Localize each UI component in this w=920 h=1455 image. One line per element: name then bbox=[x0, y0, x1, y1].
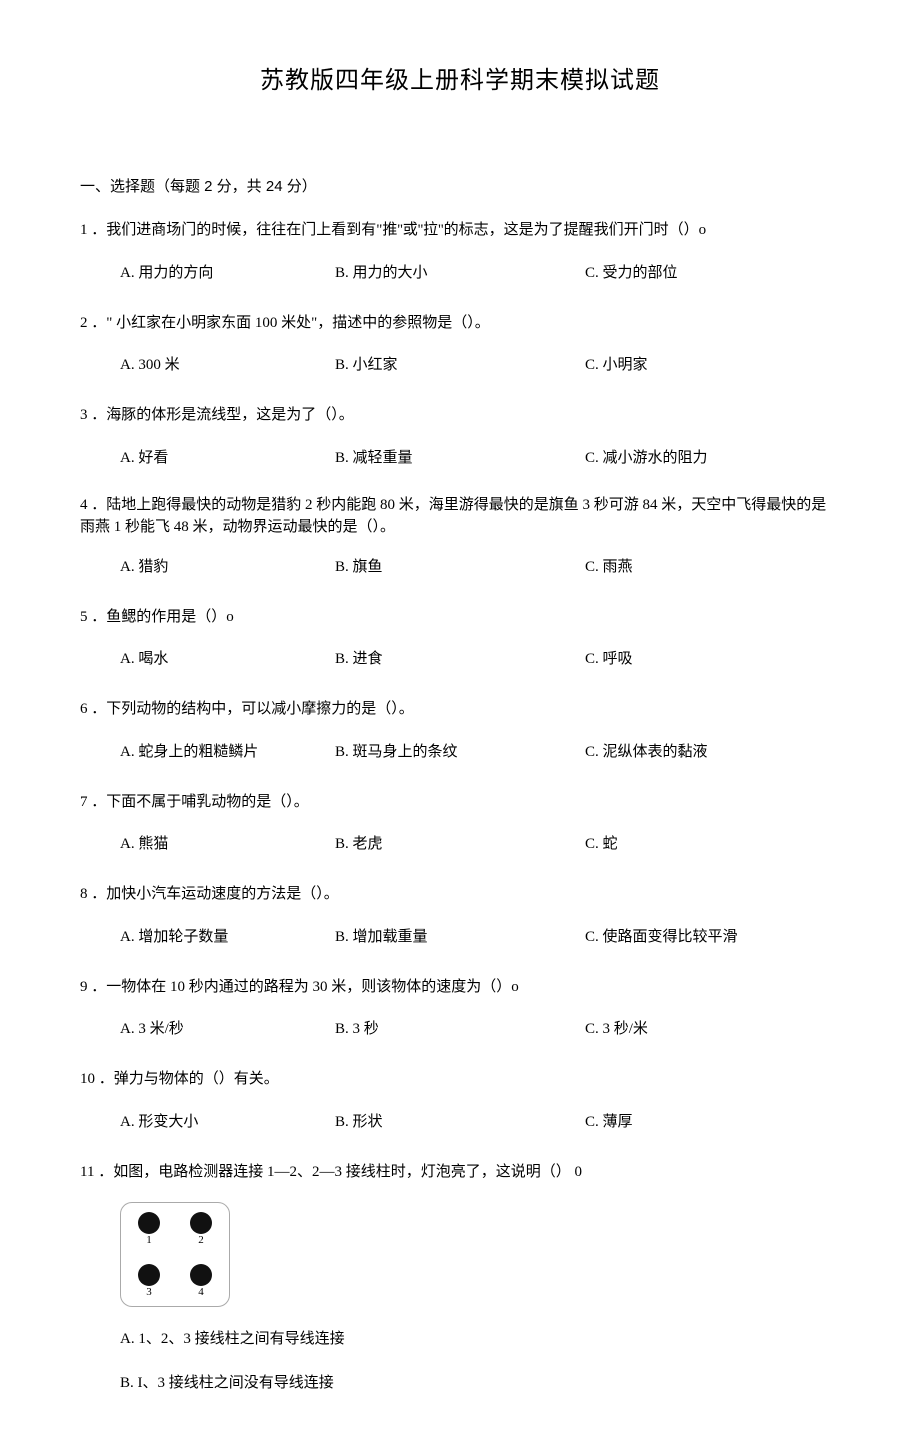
q8-option-a[interactable]: A. 增加轮子数量 bbox=[120, 925, 335, 949]
q10-option-c[interactable]: C. 薄厚 bbox=[585, 1110, 840, 1134]
q10-stem: 10 ．弹力与物体的（）有关。 bbox=[80, 1065, 840, 1094]
q11-stem: 11 ．如图，电路检测器连接 1—2、2—3 接线柱时，灯泡亮了，这说明（） 0 bbox=[80, 1158, 840, 1187]
q4-options: A. 猎豹 B. 旗鱼 C. 雨燕 bbox=[80, 555, 840, 579]
q3-option-a[interactable]: A. 好看 bbox=[120, 446, 335, 470]
q3-option-c[interactable]: C. 减小游水的阻力 bbox=[585, 446, 840, 470]
q8-option-c[interactable]: C. 使路面变得比较平滑 bbox=[585, 925, 840, 949]
q4-option-a[interactable]: A. 猎豹 bbox=[120, 555, 335, 579]
q1-option-c[interactable]: C. 受力的部位 bbox=[585, 261, 840, 285]
q7-option-a[interactable]: A. 熊猫 bbox=[120, 832, 335, 856]
q4-option-c[interactable]: C. 雨燕 bbox=[585, 555, 840, 579]
q8-stem: 8 ．加快小汽车运动速度的方法是（）。 bbox=[80, 880, 840, 909]
q7-options: A. 熊猫 B. 老虎 C. 蛇 bbox=[80, 832, 840, 856]
q7-stem: 7 ．下面不属于哺乳动物的是（）。 bbox=[80, 788, 840, 817]
q11-option-b[interactable]: B. I、3 接线柱之间没有导线连接 bbox=[120, 1371, 840, 1395]
dot-icon bbox=[190, 1212, 212, 1234]
q9-option-c[interactable]: C. 3 秒/米 bbox=[585, 1017, 840, 1041]
terminal-1-label: 1 bbox=[146, 1235, 152, 1246]
q4-option-b[interactable]: B. 旗鱼 bbox=[335, 555, 585, 579]
q5-option-c[interactable]: C. 呼吸 bbox=[585, 647, 840, 671]
dot-icon bbox=[138, 1212, 160, 1234]
figure-row-bottom: 3 4 bbox=[137, 1264, 213, 1298]
q4-stem: 4 ．陆地上跑得最快的动物是猎豹 2 秒内能跑 80 米，海里游得最快的是旗鱼 … bbox=[80, 494, 840, 539]
q10-options: A. 形变大小 B. 形状 C. 薄厚 bbox=[80, 1110, 840, 1134]
q5-option-b[interactable]: B. 进食 bbox=[335, 647, 585, 671]
q11-options: A. 1、2、3 接线柱之间有导线连接 B. I、3 接线柱之间没有导线连接 bbox=[80, 1327, 840, 1395]
q7-option-c[interactable]: C. 蛇 bbox=[585, 832, 840, 856]
q9-options: A. 3 米/秒 B. 3 秒 C. 3 秒/米 bbox=[80, 1017, 840, 1041]
terminal-3: 3 bbox=[137, 1264, 161, 1298]
q10-option-a[interactable]: A. 形变大小 bbox=[120, 1110, 335, 1134]
q9-stem: 9 ．一物体在 10 秒内通过的路程为 30 米，则该物体的速度为（）o bbox=[80, 973, 840, 1002]
q1-stem: 1 ．我们进商场门的时候，往往在门上看到有"推''或''拉''的标志，这是为了提… bbox=[80, 216, 840, 245]
q2-stem: 2 ．" 小红家在小明家东面 100 米处"，描述中的参照物是（）。 bbox=[80, 309, 840, 338]
q1-options: A. 用力的方向 B. 用力的大小 C. 受力的部位 bbox=[80, 261, 840, 285]
section-1-header: 一、选择题（每题 2 分，共 24 分） bbox=[80, 175, 840, 196]
dot-icon bbox=[190, 1264, 212, 1286]
q9-option-a[interactable]: A. 3 米/秒 bbox=[120, 1017, 335, 1041]
terminal-2: 2 bbox=[189, 1212, 213, 1246]
q5-stem: 5 ．鱼鳃的作用是（）o bbox=[80, 603, 840, 632]
page-title: 苏教版四年级上册科学期末模拟试题 bbox=[80, 60, 840, 95]
q1-option-a[interactable]: A. 用力的方向 bbox=[120, 261, 335, 285]
q7-option-b[interactable]: B. 老虎 bbox=[335, 832, 585, 856]
terminal-3-label: 3 bbox=[146, 1287, 152, 1298]
q2-option-c[interactable]: C. 小明家 bbox=[585, 353, 840, 377]
q11-option-a[interactable]: A. 1、2、3 接线柱之间有导线连接 bbox=[120, 1327, 840, 1351]
terminal-4-label: 4 bbox=[198, 1287, 204, 1298]
q8-options: A. 增加轮子数量 B. 增加载重量 C. 使路面变得比较平滑 bbox=[80, 925, 840, 949]
q6-stem: 6 ．下列动物的结构中，可以减小摩擦力的是（）。 bbox=[80, 695, 840, 724]
q6-option-c[interactable]: C. 泥纵体表的黏液 bbox=[585, 740, 840, 764]
q6-options: A. 蛇身上的粗糙鳞片 B. 斑马身上的条纹 C. 泥纵体表的黏液 bbox=[80, 740, 840, 764]
q2-option-b[interactable]: B. 小红家 bbox=[335, 353, 585, 377]
q11-figure: 1 2 3 4 bbox=[120, 1202, 230, 1307]
q9-option-b[interactable]: B. 3 秒 bbox=[335, 1017, 585, 1041]
q1-option-b[interactable]: B. 用力的大小 bbox=[335, 261, 585, 285]
q2-option-a[interactable]: A. 300 米 bbox=[120, 353, 335, 377]
q3-option-b[interactable]: B. 减轻重量 bbox=[335, 446, 585, 470]
terminal-2-label: 2 bbox=[198, 1235, 204, 1246]
figure-row-top: 1 2 bbox=[137, 1212, 213, 1246]
q5-option-a[interactable]: A. 喝水 bbox=[120, 647, 335, 671]
terminal-1: 1 bbox=[137, 1212, 161, 1246]
q3-options: A. 好看 B. 减轻重量 C. 减小游水的阻力 bbox=[80, 446, 840, 470]
terminal-4: 4 bbox=[189, 1264, 213, 1298]
q2-options: A. 300 米 B. 小红家 C. 小明家 bbox=[80, 353, 840, 377]
dot-icon bbox=[138, 1264, 160, 1286]
q6-option-b[interactable]: B. 斑马身上的条纹 bbox=[335, 740, 585, 764]
q10-option-b[interactable]: B. 形状 bbox=[335, 1110, 585, 1134]
q3-stem: 3 ．海豚的体形是流线型，这是为了（）。 bbox=[80, 401, 840, 430]
q6-option-a[interactable]: A. 蛇身上的粗糙鳞片 bbox=[120, 740, 335, 764]
q8-option-b[interactable]: B. 增加载重量 bbox=[335, 925, 585, 949]
q5-options: A. 喝水 B. 进食 C. 呼吸 bbox=[80, 647, 840, 671]
